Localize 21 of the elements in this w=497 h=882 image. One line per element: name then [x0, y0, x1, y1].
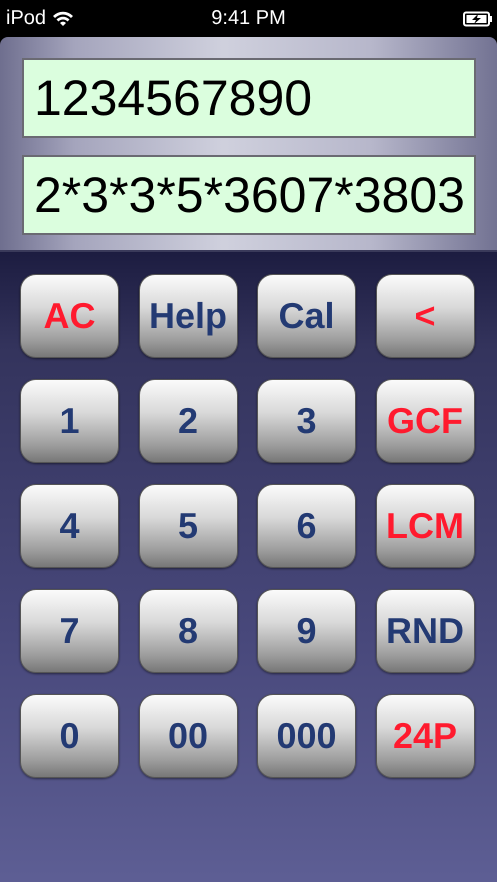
keypad-key[interactable]: 8 [138, 589, 238, 673]
keypad-key[interactable]: RND [376, 589, 474, 673]
keypad-key[interactable]: 3 [257, 379, 356, 463]
keypad-key[interactable]: 5 [138, 484, 238, 568]
wifi-icon [52, 10, 74, 27]
time-label: 9:41 PM [211, 7, 286, 30]
battery-charging-icon [463, 10, 493, 26]
keypad-key[interactable]: Cal [257, 274, 356, 358]
keypad-key[interactable]: 00 [138, 694, 238, 778]
keypad-key[interactable]: 9 [257, 589, 356, 673]
keypad-key[interactable]: 6 [257, 484, 356, 568]
keypad-key[interactable]: 0 [20, 694, 119, 778]
keypad-key[interactable]: Help [138, 274, 238, 358]
carrier-label: iPod [6, 7, 46, 30]
keypad-key[interactable]: 000 [257, 694, 356, 778]
keypad-key[interactable]: 2 [138, 379, 238, 463]
keypad-key[interactable]: 1 [20, 379, 119, 463]
input-display: 1234567890 [22, 58, 476, 138]
keypad-key[interactable]: 4 [20, 484, 119, 568]
keypad-key[interactable]: 7 [20, 589, 119, 673]
result-display: 2*3*3*5*3607*3803 [22, 155, 476, 235]
